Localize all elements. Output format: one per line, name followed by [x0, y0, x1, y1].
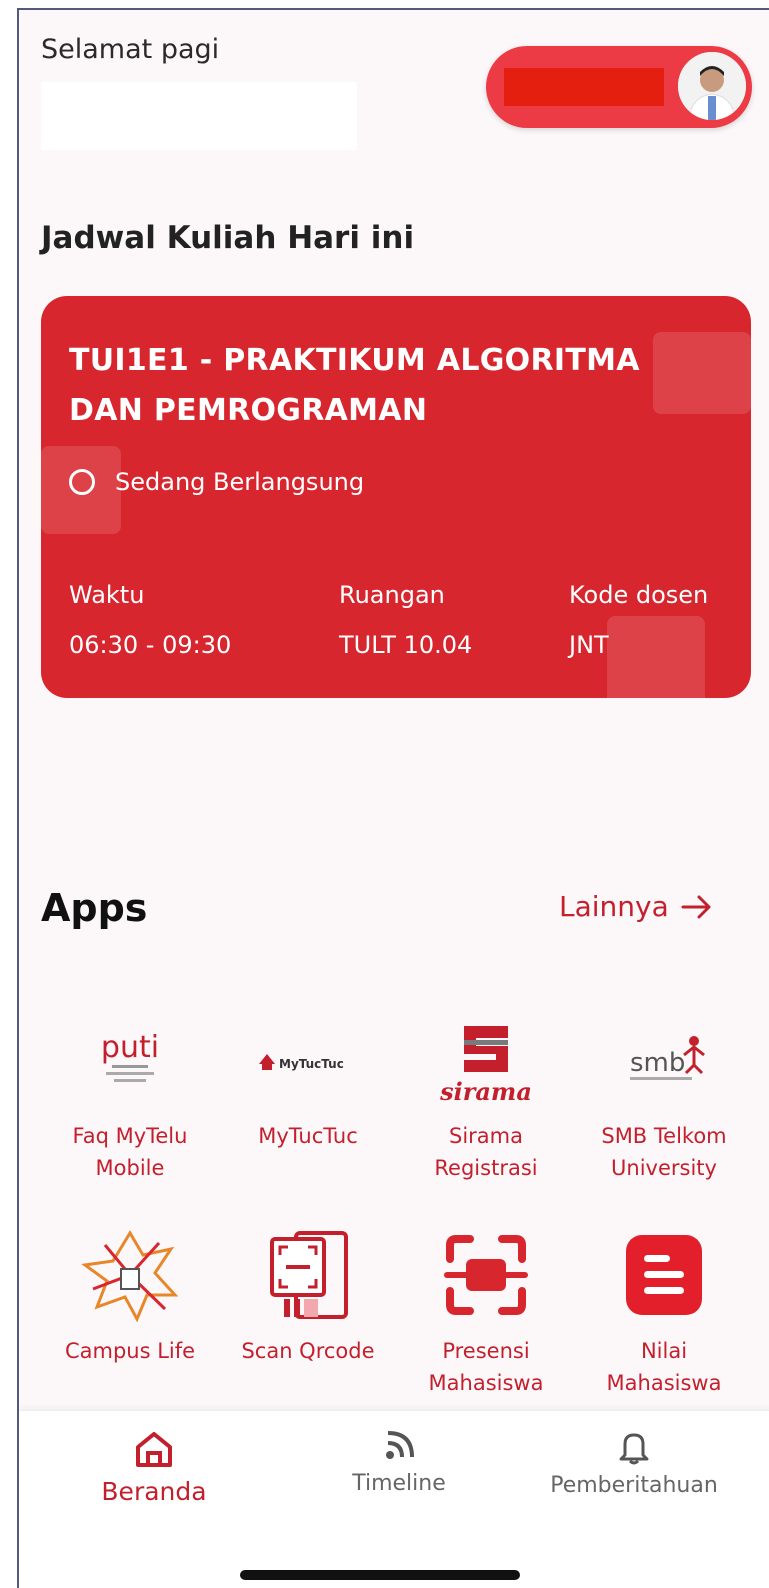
app-label: Mobile [95, 1156, 165, 1180]
app-sirama-registrasi[interactable]: sirama Sirama Registrasi [397, 1000, 575, 1184]
schedule-section-title: Jadwal Kuliah Hari ini [41, 220, 415, 256]
room-column: Ruangan TULT 10.04 [339, 581, 472, 659]
lecturer-label: Kode dosen [569, 581, 709, 609]
svg-text:puti: puti [101, 1030, 159, 1065]
app-nilai-mahasiswa[interactable]: Nilai Mahasiswa [575, 1215, 753, 1399]
time-label: Waktu [69, 581, 145, 609]
app-label: University [611, 1156, 717, 1180]
app-label: Scan Qrcode [241, 1339, 375, 1363]
room-label: Ruangan [339, 581, 445, 609]
bell-icon [619, 1433, 649, 1465]
app-label: Campus Life [64, 1339, 196, 1363]
mytuctuc-logo-icon: MyTucTuc [219, 1000, 397, 1120]
time-column: Waktu 06:30 - 09:30 [69, 581, 231, 659]
profile-button[interactable] [486, 46, 752, 128]
nilai-icon [575, 1215, 753, 1335]
app-label: Faq MyTelu [72, 1124, 188, 1148]
arrow-right-icon [681, 895, 711, 918]
app-label: Mahasiswa [606, 1371, 722, 1395]
lecturer-column: Kode dosen JNT [569, 581, 708, 659]
status-text: Sedang Berlangsung [115, 468, 365, 496]
status-indicator-icon [69, 469, 95, 495]
campus-life-logo-icon [41, 1215, 219, 1335]
svg-text:smb: smb [630, 1048, 685, 1078]
nav-timeline[interactable]: Timeline [339, 1429, 459, 1496]
room-value: TULT 10.04 [339, 631, 473, 659]
status-row: Sedang Berlangsung [69, 468, 364, 496]
profile-name-redacted [504, 68, 664, 106]
presensi-scan-icon [397, 1215, 575, 1335]
time-value: 06:30 - 09:30 [69, 631, 232, 659]
avatar-photo-icon [678, 52, 746, 120]
app-campus-life[interactable]: Campus Life [41, 1215, 219, 1367]
lecturer-value: JNT [569, 631, 609, 659]
app-smb-telkom-university[interactable]: smb SMB Telkom University [575, 1000, 753, 1184]
smb-logo-icon: smb [575, 1000, 753, 1120]
scan-qrcode-icon [219, 1215, 397, 1335]
app-faq-mytelu-mobile[interactable]: puti Faq MyTelu Mobile [41, 1000, 219, 1184]
app-screen: Selamat pagi Jadwal Kuliah Hari ini TUI1… [17, 8, 769, 1588]
app-label: Sirama [449, 1124, 523, 1148]
app-label: Presensi [442, 1339, 530, 1363]
app-label: SMB Telkom [601, 1124, 727, 1148]
svg-text:MyTucTuc: MyTucTuc [279, 1057, 344, 1071]
feed-icon [386, 1431, 414, 1459]
app-label: MyTucTuc [258, 1124, 358, 1148]
schedule-card[interactable]: TUI1E1 - PRAKTIKUM ALGORITMA DAN PEMROGR… [41, 296, 751, 698]
app-scan-qrcode[interactable]: Scan Qrcode [219, 1215, 397, 1367]
bottom-navigation: Beranda Timeline Pemberitahuan [19, 1410, 769, 1588]
sirama-logo-icon: sirama [397, 1000, 575, 1120]
greeting-text: Selamat pagi [41, 34, 220, 65]
nav-timeline-label: Timeline [352, 1471, 446, 1496]
app-presensi-mahasiswa[interactable]: Presensi Mahasiswa [397, 1215, 575, 1399]
nav-notifications[interactable]: Pemberitahuan [539, 1429, 729, 1498]
nav-home-label: Beranda [101, 1477, 207, 1506]
more-apps-label: Lainnya [559, 890, 669, 923]
home-icon [136, 1432, 172, 1467]
nav-home[interactable]: Beranda [89, 1429, 219, 1506]
avatar [678, 52, 746, 120]
puti-logo-icon: puti [41, 1000, 219, 1120]
user-name-redacted [41, 82, 357, 150]
svg-text:sirama: sirama [439, 1077, 532, 1106]
app-label: Nilai [640, 1339, 688, 1363]
app-mytuctuc[interactable]: MyTucTuc MyTucTuc [219, 1000, 397, 1152]
home-indicator [240, 1570, 520, 1580]
app-label: Mahasiswa [428, 1371, 544, 1395]
apps-section-title: Apps [41, 886, 148, 930]
course-title: TUI1E1 - PRAKTIKUM ALGORITMA DAN PEMROGR… [69, 343, 640, 428]
nav-notifications-label: Pemberitahuan [550, 1473, 718, 1498]
app-label: Registrasi [434, 1156, 538, 1180]
more-apps-link[interactable]: Lainnya [559, 890, 713, 923]
